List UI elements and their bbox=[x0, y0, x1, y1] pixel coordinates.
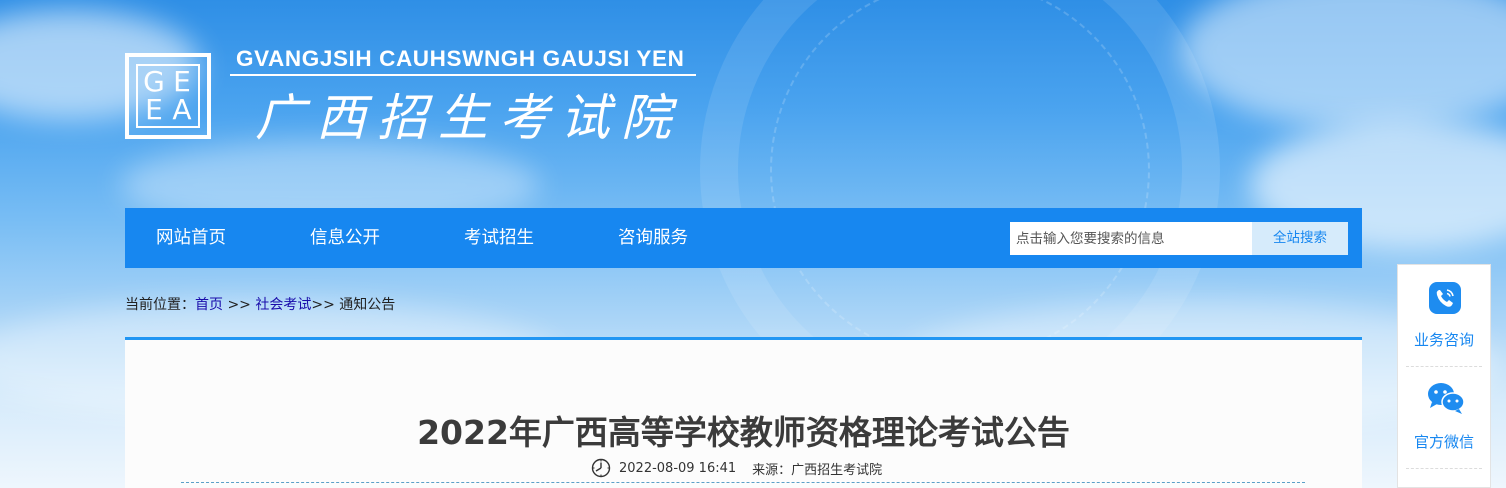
clock-icon bbox=[591, 458, 611, 478]
breadcrumb-separator: >> bbox=[223, 297, 256, 313]
article-container: 2022年广西高等学校教师资格理论考试公告 2022-08-09 16:41 来… bbox=[125, 337, 1362, 488]
institution-name-en: GVANGJSIH CAUHSWNGH GAUJSI YEN bbox=[236, 46, 685, 71]
nav-item-consulting[interactable]: 咨询服务 bbox=[618, 208, 688, 268]
article-title: 2022年广西高等学校教师资格理论考试公告 bbox=[417, 413, 1070, 452]
breadcrumb: 当前位置：首页 >> 社会考试>> 通知公告 bbox=[125, 294, 395, 314]
breadcrumb-separator: >> bbox=[311, 297, 340, 313]
nav-item-info-disclosure[interactable]: 信息公开 bbox=[310, 208, 380, 268]
side-item-label: 业务咨询 bbox=[1413, 331, 1474, 349]
logo-letter: G bbox=[143, 65, 165, 98]
article-datetime: 2022-08-09 16:41 bbox=[619, 460, 737, 476]
search-box: 全站搜索 bbox=[1010, 222, 1348, 255]
side-item-business-consulting[interactable]: 业务咨询 bbox=[1398, 265, 1490, 365]
logo-letter: E bbox=[145, 93, 163, 126]
search-input[interactable] bbox=[1010, 222, 1252, 255]
phone-icon bbox=[1429, 282, 1461, 314]
article-meta: 2022-08-09 16:41 来源：广西招生考试院 bbox=[591, 457, 882, 479]
nav-item-exams-admissions[interactable]: 考试招生 bbox=[464, 208, 534, 268]
logo-letter: A bbox=[172, 93, 192, 126]
side-divider bbox=[1406, 468, 1482, 469]
main-navbar: 网站首页 信息公开 考试招生 咨询服务 全站搜索 bbox=[125, 208, 1362, 268]
breadcrumb-current: 通知公告 bbox=[339, 297, 396, 313]
floating-side-panel: 业务咨询 官方微信 bbox=[1397, 264, 1491, 488]
side-item-official-wechat[interactable]: 官方微信 bbox=[1398, 367, 1490, 467]
institution-name-zh: 广西招生考试院 bbox=[255, 89, 682, 147]
site-logo[interactable]: G E E A bbox=[125, 53, 211, 139]
breadcrumb-home-link[interactable]: 首页 bbox=[195, 297, 223, 313]
logo-divider bbox=[230, 74, 696, 76]
title-divider bbox=[181, 482, 1305, 483]
article-source: 来源：广西招生考试院 bbox=[752, 462, 883, 478]
wechat-icon bbox=[1428, 383, 1465, 414]
site-search-button[interactable]: 全站搜索 bbox=[1252, 222, 1348, 255]
breadcrumb-section-link[interactable]: 社会考试 bbox=[255, 297, 311, 313]
breadcrumb-prefix: 当前位置： bbox=[125, 297, 195, 313]
side-item-label: 官方微信 bbox=[1413, 433, 1474, 451]
nav-item-home[interactable]: 网站首页 bbox=[156, 208, 226, 268]
logo-letter: E bbox=[173, 65, 191, 98]
